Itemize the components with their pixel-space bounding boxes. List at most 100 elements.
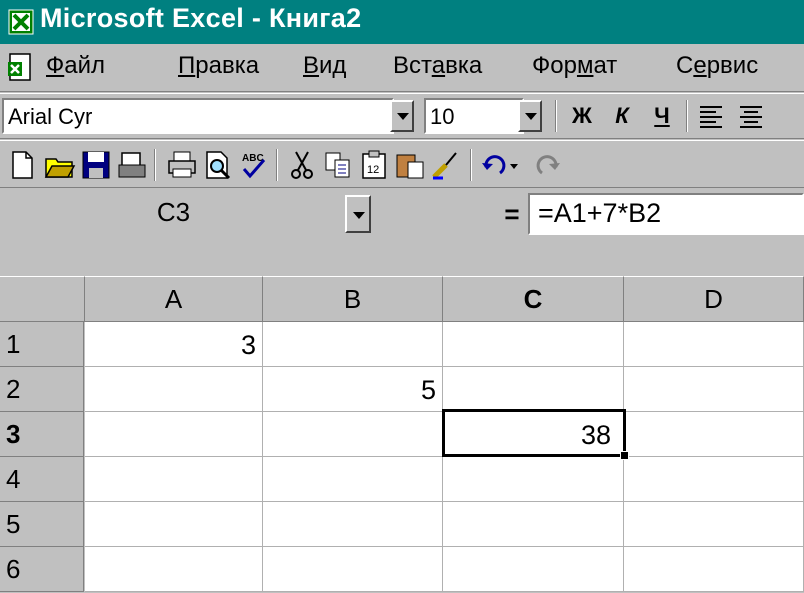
print-preview-icon[interactable]	[202, 149, 234, 181]
cell-d1[interactable]	[624, 322, 804, 367]
row-header-2[interactable]: 2	[0, 367, 84, 412]
format-painter-icon[interactable]	[430, 149, 462, 181]
active-cell-outline	[442, 409, 626, 457]
cell-c1[interactable]	[443, 322, 624, 367]
toolbar-separator	[686, 100, 688, 132]
font-size-dropdown-button[interactable]	[518, 100, 542, 132]
menu-label-text: равка	[195, 52, 260, 79]
font-size-combo[interactable]: 10	[424, 98, 524, 134]
menu-label-text: Фор	[532, 52, 577, 79]
menu-bar: Файл Правка Вид Вставка Формат Сервис	[0, 44, 804, 92]
column-header-c[interactable]: C	[443, 276, 624, 322]
cell-d2[interactable]	[624, 367, 804, 412]
excel-app-icon[interactable]	[8, 9, 34, 35]
redo-icon[interactable]	[530, 149, 570, 181]
row-header-1[interactable]: 1	[0, 322, 84, 367]
name-box[interactable]: C3	[2, 193, 345, 235]
menu-label-text: айл	[64, 52, 106, 79]
menu-accelerator-key: Ф	[46, 52, 65, 79]
cell-a4[interactable]	[85, 457, 263, 502]
cell-c5[interactable]	[443, 502, 624, 547]
cell-d5[interactable]	[624, 502, 804, 547]
menu-accelerator-key: П	[178, 52, 196, 79]
print-icon[interactable]	[166, 149, 198, 181]
sheet-spacer	[0, 239, 804, 276]
toolbar-separator	[555, 100, 557, 132]
toolbar-separator	[470, 149, 472, 181]
paste-special-icon[interactable]	[394, 149, 426, 181]
menu-accelerator-key: е	[693, 52, 707, 79]
spelling-icon[interactable]: ABC	[238, 149, 270, 181]
edit-formula-button[interactable]: =	[500, 199, 524, 229]
formula-input[interactable]: =A1+7*B2	[528, 193, 804, 235]
cell-c6[interactable]	[443, 547, 624, 592]
menu-label-text: Вст	[393, 52, 432, 79]
mail-icon[interactable]	[116, 149, 148, 181]
cell-b3[interactable]	[263, 412, 443, 457]
row-header-4[interactable]: 4	[0, 457, 84, 502]
formula-bar: C3 = =A1+7*B2	[0, 189, 804, 239]
menu-label-text: рвис	[706, 52, 759, 79]
cell-b1[interactable]	[263, 322, 443, 367]
menu-view[interactable]: Вид	[303, 52, 346, 80]
cell-d6[interactable]	[624, 547, 804, 592]
menu-label-text: ид	[319, 52, 347, 79]
undo-icon[interactable]	[480, 149, 524, 181]
cell-b5[interactable]	[263, 502, 443, 547]
cell-d3[interactable]	[624, 412, 804, 457]
cell-c4[interactable]	[443, 457, 624, 502]
cell-b6[interactable]	[263, 547, 443, 592]
svg-text:12: 12	[367, 164, 379, 176]
align-center-icon[interactable]	[736, 102, 766, 132]
font-size-value: 10	[430, 104, 455, 129]
standard-toolbar: ABC 12	[0, 140, 804, 188]
menu-format[interactable]: Формат	[532, 52, 617, 80]
window-title: Microsoft Excel - Книга2	[40, 3, 362, 33]
font-name-combo[interactable]: Arial Cyr	[2, 98, 394, 134]
cell-a2[interactable]	[85, 367, 263, 412]
row-header-3[interactable]: 3	[0, 412, 84, 457]
paste-icon[interactable]: 12	[358, 149, 390, 181]
menu-label-text: ат	[593, 52, 618, 79]
select-all-corner[interactable]	[0, 276, 85, 322]
save-icon[interactable]	[80, 149, 112, 181]
formatting-toolbar: Arial Cyr 10 Ж К Ч	[0, 93, 804, 139]
menu-accelerator-key: В	[303, 52, 320, 79]
row-header-5[interactable]: 5	[0, 502, 84, 547]
cell-c2[interactable]	[443, 367, 624, 412]
cell-b2[interactable]: 5	[263, 367, 443, 412]
menu-edit[interactable]: Правка	[178, 52, 259, 80]
menu-insert[interactable]: Вставка	[393, 52, 482, 80]
cell-a1[interactable]: 3	[85, 322, 263, 367]
align-left-icon[interactable]	[696, 102, 726, 132]
cell-a5[interactable]	[85, 502, 263, 547]
italic-button[interactable]: К	[604, 100, 640, 132]
cell-a3[interactable]	[85, 412, 263, 457]
copy-icon[interactable]	[322, 149, 354, 181]
bold-button[interactable]: Ж	[564, 100, 600, 132]
workbook-icon[interactable]	[6, 52, 38, 84]
menu-accelerator-key: м	[576, 52, 594, 79]
underline-button[interactable]: Ч	[644, 100, 680, 132]
column-header-b[interactable]: B	[263, 276, 443, 322]
open-icon[interactable]	[44, 149, 76, 181]
fill-handle[interactable]	[620, 451, 629, 460]
cut-icon[interactable]	[286, 149, 318, 181]
menu-label-text: С	[676, 52, 694, 79]
menu-tools[interactable]: Сервис	[676, 52, 758, 80]
cell-a6[interactable]	[85, 547, 263, 592]
menu-label-text: вка	[445, 52, 483, 79]
font-name-value: Arial Cyr	[8, 104, 93, 129]
new-icon[interactable]	[6, 149, 38, 181]
menu-file[interactable]: Файл	[46, 52, 105, 80]
name-box-dropdown-button[interactable]	[345, 195, 371, 233]
row-header-6[interactable]: 6	[0, 547, 84, 592]
cell-d4[interactable]	[624, 457, 804, 502]
cell-b4[interactable]	[263, 457, 443, 502]
title-bar[interactable]: Microsoft Excel - Книга2	[0, 0, 804, 44]
column-header-d[interactable]: D	[624, 276, 804, 322]
toolbar-separator	[276, 149, 278, 181]
menu-accelerator-key: а	[431, 52, 446, 79]
column-header-a[interactable]: A	[85, 276, 263, 322]
font-name-dropdown-button[interactable]	[390, 100, 414, 132]
